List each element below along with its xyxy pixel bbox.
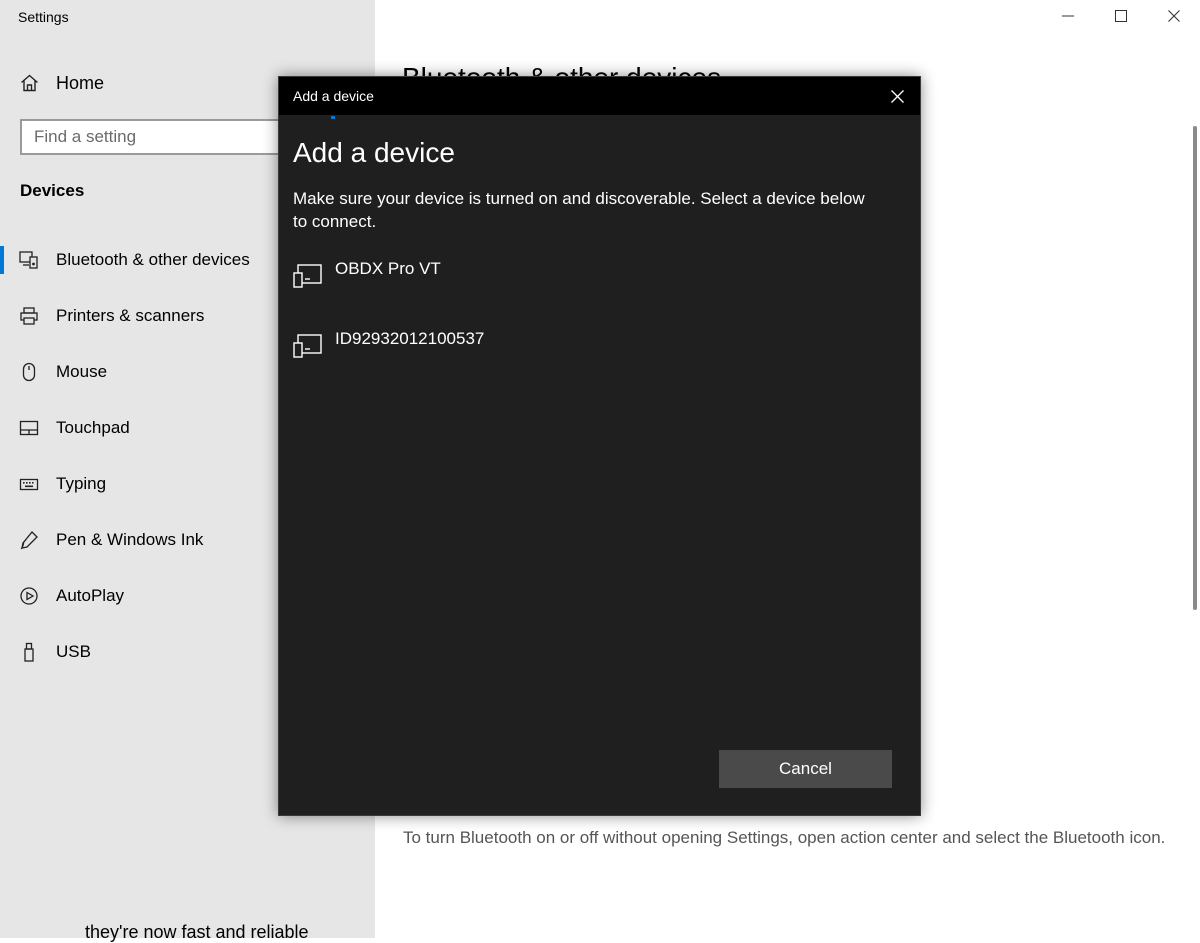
dialog-close-button[interactable] [886, 85, 908, 107]
nav-home[interactable]: Home [20, 71, 104, 95]
minimize-button[interactable] [1041, 0, 1094, 32]
progress-indicator [331, 116, 335, 119]
scrollbar[interactable] [1193, 126, 1197, 610]
close-icon [1167, 10, 1180, 22]
nav-home-label: Home [56, 72, 105, 93]
dialog-heading: Add a device [293, 137, 455, 168]
cancel-button[interactable]: Cancel [719, 750, 892, 788]
dialog-titlebar: Add a device [279, 77, 920, 115]
device-name: OBDX Pro VT [335, 259, 441, 278]
printer-icon [18, 305, 40, 327]
dialog-description: Make sure your device is turned on and d… [293, 189, 865, 231]
autoplay-icon [18, 585, 40, 607]
keyboard-icon [18, 473, 40, 495]
window-controls [1041, 0, 1200, 32]
maximize-button[interactable] [1094, 0, 1147, 32]
section-title: Devices [20, 181, 85, 200]
minimize-icon [1061, 15, 1074, 17]
device-item[interactable]: OBDX Pro VT [293, 257, 893, 297]
sidebar-item-label: Bluetooth & other devices [56, 250, 250, 269]
sidebar-item-label: Touchpad [56, 418, 130, 437]
usb-icon [18, 641, 40, 663]
sidebar-item-label: USB [56, 642, 91, 661]
device-item[interactable]: ID92932012100537 [293, 327, 893, 367]
pen-icon [18, 529, 40, 551]
generic-device-icon [293, 264, 322, 288]
home-icon [21, 74, 38, 92]
add-device-dialog: Add a device Add a device Make sure your… [278, 76, 921, 816]
sidebar-item-label: AutoPlay [56, 586, 125, 605]
mouse-icon [18, 361, 40, 383]
close-icon [890, 89, 904, 103]
generic-device-icon [293, 334, 322, 358]
app-title: Settings [18, 9, 69, 25]
sidebar-item-label: Typing [56, 474, 107, 493]
bluetooth-tip-text: To turn Bluetooth on or off without open… [403, 828, 1166, 847]
sidebar-item-label: Mouse [56, 362, 108, 381]
maximize-icon [1114, 10, 1127, 22]
search-placeholder: Find a setting [34, 127, 137, 146]
touchpad-icon [18, 417, 40, 439]
device-name: ID92932012100537 [335, 329, 485, 348]
sidebar-item-label: Pen & Windows Ink [56, 530, 204, 549]
close-window-button[interactable] [1147, 0, 1200, 32]
bluetooth-devices-icon [18, 249, 40, 271]
sidebar-item-label: Printers & scanners [56, 306, 205, 325]
dialog-titlebar-text: Add a device [293, 88, 374, 104]
partial-content-text: they're now fast and reliable [85, 922, 309, 942]
search-input[interactable]: Find a setting [20, 119, 320, 155]
